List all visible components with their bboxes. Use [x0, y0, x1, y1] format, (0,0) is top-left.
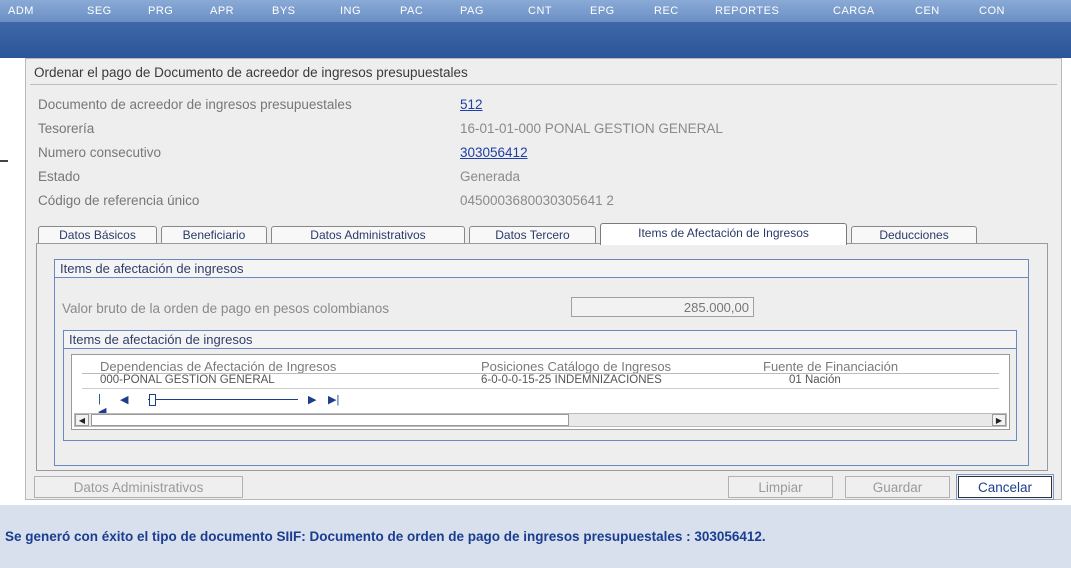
col-header-dependencias[interactable]: Dependencias de Afectación de Ingresos — [100, 359, 336, 374]
estado-value: Generada — [460, 169, 521, 184]
title-divider — [30, 84, 1057, 85]
panel-title: Ordenar el pago de Documento de acreedor… — [34, 65, 468, 80]
table-row-cell-posicion[interactable]: 6-0-0-0-15-25 INDEMNIZACIONES — [481, 374, 662, 386]
menu-pac[interactable]: PAC — [400, 5, 423, 17]
success-message: Se generó con éxito el tipo de documento… — [5, 529, 766, 544]
next-page-icon[interactable]: ▶ — [308, 393, 316, 406]
menu-epg[interactable]: EPG — [590, 5, 615, 17]
tab-beneficiario[interactable]: Beneficiario — [161, 226, 267, 244]
menu-carga[interactable]: CARGA — [833, 5, 875, 17]
col-header-fuente[interactable]: Fuente de Financiación — [763, 359, 898, 374]
menu-prg[interactable]: PRG — [148, 5, 173, 17]
tab-deducciones[interactable]: Deducciones — [851, 226, 977, 244]
menu-apr[interactable]: APR — [210, 5, 234, 17]
menu-cen[interactable]: CEN — [915, 5, 940, 17]
datos-administrativos-button[interactable]: Datos Administrativos — [34, 476, 243, 498]
table-row-cell-fuente[interactable]: 01 Nación — [789, 374, 841, 386]
doc-link[interactable]: 512 — [460, 97, 483, 112]
doc-label: Documento de acreedor de ingresos presup… — [38, 97, 352, 112]
pager-slider-handle[interactable] — [149, 394, 156, 406]
horizontal-scrollbar[interactable]: ◀ ▶ — [74, 413, 1007, 427]
guardar-button[interactable]: Guardar — [845, 476, 950, 498]
scroll-right-icon[interactable]: ▶ — [992, 414, 1006, 426]
codigo-value: 0450003680030305641 2 — [460, 193, 614, 208]
tab-items-afectacion[interactable]: Items de Afectación de Ingresos — [600, 223, 847, 245]
limpiar-button[interactable]: Limpiar — [728, 476, 833, 498]
table-row-cell-dependencia[interactable]: 000-PONAL GESTION GENERAL — [100, 374, 275, 386]
tesoreria-label: Tesorería — [38, 121, 95, 136]
consecutivo-label: Numero consecutivo — [38, 145, 162, 160]
tesoreria-value: 16-01-01-000 PONAL GESTION GENERAL — [460, 121, 723, 136]
menu-seg[interactable]: SEG — [87, 5, 112, 17]
valor-bruto-label: Valor bruto de la orden de pago en pesos… — [62, 301, 389, 316]
scroll-left-icon[interactable]: ◀ — [75, 414, 89, 426]
row-divider — [82, 388, 999, 389]
items-section-title: Items de afectación de ingresos — [55, 260, 1028, 278]
codigo-label: Código de referencia único — [38, 193, 200, 208]
menu-reportes[interactable]: REPORTES — [715, 5, 779, 17]
scroll-thumb[interactable] — [91, 414, 569, 426]
items-inner-title: Items de afectación de ingresos — [64, 331, 1016, 349]
items-grid: Dependencias de Afectación de Ingresos P… — [71, 354, 1010, 430]
order-payment-panel: Ordenar el pago de Documento de acreedor… — [25, 58, 1062, 500]
edge-mark — [0, 160, 8, 162]
cancelar-button[interactable]: Cancelar — [956, 474, 1054, 500]
valor-bruto-field[interactable] — [571, 297, 754, 317]
col-header-posiciones[interactable]: Posiciones Catálogo de Ingresos — [481, 359, 671, 374]
consecutivo-link[interactable]: 303056412 — [460, 145, 528, 160]
menu-con[interactable]: CON — [979, 5, 1005, 17]
prev-page-icon[interactable]: ◀ — [120, 393, 128, 406]
menu-bys[interactable]: BYS — [272, 5, 296, 17]
estado-label: Estado — [38, 169, 81, 184]
menu-rec[interactable]: REC — [654, 5, 679, 17]
last-page-icon[interactable]: ▶| — [328, 393, 339, 406]
tab-datos-administrativos[interactable]: Datos Administrativos — [271, 226, 465, 244]
menu-adm[interactable]: ADM — [8, 5, 34, 17]
menu-cnt[interactable]: CNT — [528, 5, 552, 17]
menu-ing[interactable]: ING — [340, 5, 361, 17]
menu-pag[interactable]: PAG — [460, 5, 484, 17]
tab-datos-basicos[interactable]: Datos Básicos — [38, 226, 157, 244]
pager-track — [148, 399, 298, 400]
top-menu-bar: ADM SEG PRG APR BYS ING PAC PAG CNT EPG … — [0, 0, 1071, 23]
tab-datos-tercero[interactable]: Datos Tercero — [469, 226, 596, 244]
header-band — [0, 22, 1071, 58]
status-footer: Se generó con éxito el tipo de documento… — [0, 505, 1071, 568]
